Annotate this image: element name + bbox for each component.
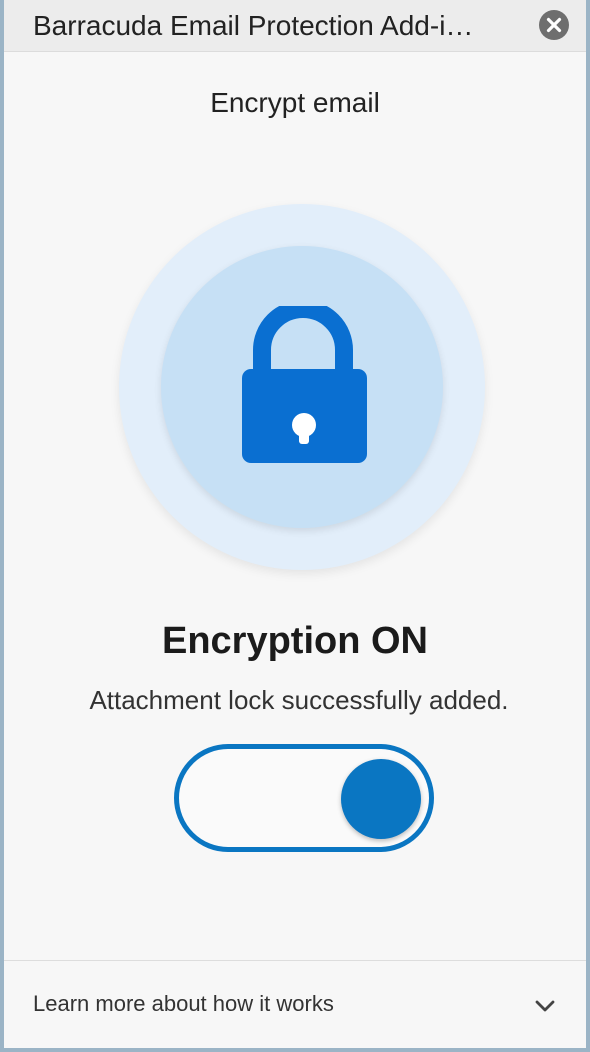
window-title: Barracuda Email Protection Add-i… — [33, 10, 474, 41]
encryption-toggle[interactable] — [174, 744, 434, 852]
lock-icon — [238, 300, 368, 471]
toggle-knob[interactable] — [341, 759, 421, 839]
chevron-down-icon[interactable] — [534, 999, 556, 1018]
panel-subtitle: Encrypt email — [210, 87, 380, 118]
learn-more-expander[interactable]: Learn more about how it works — [4, 961, 586, 1048]
learn-more-label[interactable]: Learn more about how it works — [33, 989, 334, 1019]
add-in-window: Barracuda Email Protection Add-i… Encryp… — [0, 0, 590, 1052]
encryption-status-description: Attachment lock successfully added. — [89, 685, 509, 715]
encryption-status-title: Encryption ON — [161, 620, 429, 662]
close-button[interactable] — [539, 10, 569, 40]
title-bar: Barracuda Email Protection Add-i… — [4, 0, 586, 52]
